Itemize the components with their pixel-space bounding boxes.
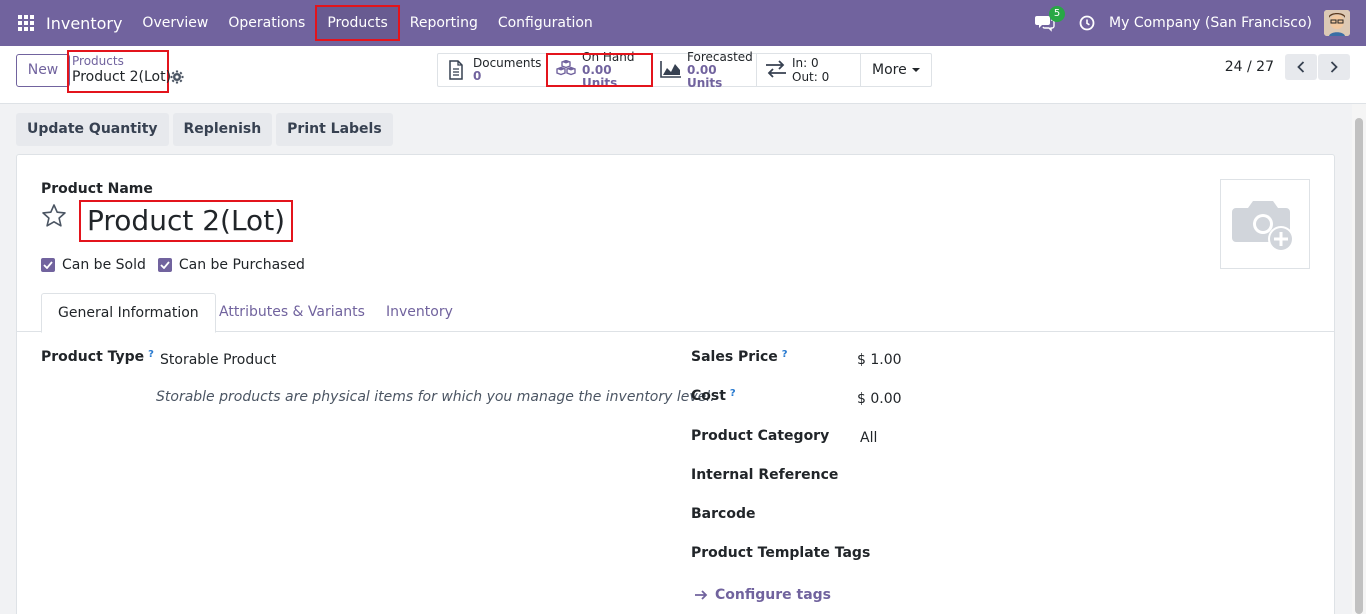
camera-plus-icon (1232, 201, 1294, 252)
can-be-purchased-checkbox[interactable] (157, 258, 172, 272)
sales-price-label: Sales Price? (691, 349, 788, 365)
documents-smart-button[interactable]: Documents 0 (438, 54, 547, 86)
in-count: In: 0 (792, 56, 829, 70)
product-image-upload[interactable] (1220, 179, 1310, 269)
forecasted-value: 0.00 Units (687, 62, 723, 90)
smart-buttons: Documents 0 On Hand 0.00 Units Forecaste… (437, 49, 932, 89)
breadcrumb: Products Product 2(Lot) (67, 50, 172, 93)
breadcrumb-parent-link[interactable]: Products (72, 54, 164, 68)
new-button[interactable]: New (16, 54, 70, 87)
menu-overview[interactable]: Overview (132, 5, 218, 41)
messages-count-badge: 5 (1049, 6, 1066, 22)
replenish-button[interactable]: Replenish (172, 113, 273, 146)
product-template-tags-label: Product Template Tags (691, 545, 871, 561)
documents-value: 0 (473, 69, 482, 83)
form-sheet: Product Name Product 2(Lot) Can be Sold … (16, 154, 1335, 614)
scrollbar-thumb[interactable] (1355, 118, 1363, 614)
product-name-label: Product Name (41, 181, 153, 197)
pager-previous-button[interactable] (1285, 54, 1317, 80)
out-label: Out: (792, 70, 818, 84)
more-label: More (872, 62, 907, 78)
cost-help-icon[interactable]: ? (730, 388, 736, 399)
caret-down-icon (911, 68, 920, 72)
more-dropdown-button[interactable]: More (861, 54, 931, 86)
can-be-purchased-label[interactable]: Can be Purchased (179, 257, 305, 273)
print-labels-button[interactable]: Print Labels (276, 113, 393, 146)
in-label: In: (792, 56, 808, 70)
cost-label-text: Cost (691, 388, 726, 404)
in-value: 0 (811, 56, 819, 70)
messages-icon[interactable]: 5 (1035, 6, 1066, 32)
exchange-icon (765, 60, 786, 80)
pager-value[interactable]: 24 / 27 (1225, 59, 1274, 75)
star-icon[interactable] (41, 203, 67, 229)
tab-attributes-variants[interactable]: Attributes & Variants (203, 293, 381, 332)
area-chart-icon (660, 60, 681, 80)
can-be-sold-label[interactable]: Can be Sold (62, 257, 146, 273)
configure-tags-label: Configure tags (715, 587, 831, 603)
documents-label: Documents (473, 56, 542, 70)
sales-price-label-text: Sales Price (691, 349, 778, 365)
barcode-label: Barcode (691, 506, 756, 522)
product-type-help-icon[interactable]: ? (148, 349, 154, 360)
product-type-label-text: Product Type (41, 349, 145, 365)
check-icon (43, 261, 53, 269)
menu-operations[interactable]: Operations (218, 5, 315, 41)
breadcrumb-current: Product 2(Lot) (72, 69, 172, 85)
activity-clock-icon[interactable] (1079, 15, 1095, 31)
product-type-label: Product Type? (41, 349, 154, 365)
user-avatar[interactable] (1324, 10, 1350, 36)
on-hand-value: 0.00 Units (582, 62, 618, 90)
configure-tags-link[interactable]: Configure tags (694, 587, 831, 603)
product-category-field[interactable]: All (860, 430, 877, 446)
product-type-hint: Storable products are physical items for… (156, 389, 715, 405)
forecasted-smart-button[interactable]: Forecasted 0.00 Units (652, 49, 757, 89)
pager-next-button[interactable] (1318, 54, 1350, 80)
on-hand-label: On Hand (582, 49, 635, 64)
gear-icon[interactable] (170, 70, 184, 84)
product-category-label: Product Category (691, 428, 830, 444)
out-value: 0 (821, 70, 830, 84)
chevron-left-icon (1297, 61, 1305, 73)
apps-menu-icon[interactable] (18, 15, 34, 31)
menu-products[interactable]: Products (315, 5, 400, 41)
chevron-right-icon (1330, 61, 1338, 73)
product-name-field[interactable]: Product 2(Lot) (79, 200, 294, 242)
pager: 24 / 27 (1225, 54, 1350, 80)
menu-reporting[interactable]: Reporting (400, 5, 488, 41)
control-panel: New Products Product 2(Lot) Documents 0 … (0, 46, 1366, 104)
page-scrollbar[interactable] (1352, 104, 1366, 614)
form-tabs: General Information Attributes & Variant… (17, 293, 1334, 333)
sales-price-help-icon[interactable]: ? (782, 349, 788, 360)
cost-label: Cost? (691, 388, 736, 404)
out-count: Out: 0 (792, 70, 829, 84)
company-switcher[interactable]: My Company (San Francisco) (1109, 15, 1312, 31)
internal-reference-label: Internal Reference (691, 467, 839, 483)
action-buttons: Update Quantity Replenish Print Labels (16, 113, 397, 146)
sales-price-field[interactable]: $ 1.00 (857, 352, 902, 368)
cubes-icon (555, 59, 576, 80)
in-out-smart-button[interactable]: In: 0 Out: 0 (757, 54, 861, 86)
update-quantity-button[interactable]: Update Quantity (16, 113, 169, 146)
can-be-sold-checkbox[interactable] (41, 258, 55, 272)
tab-inventory[interactable]: Inventory (370, 293, 469, 332)
arrow-right-icon (695, 590, 708, 600)
top-navbar: Inventory Overview Operations Products R… (0, 0, 1366, 46)
menu-configuration[interactable]: Configuration (488, 5, 603, 41)
cost-field[interactable]: $ 0.00 (857, 391, 902, 407)
tab-general-information[interactable]: General Information (41, 293, 216, 333)
checkbox-row: Can be Sold Can be Purchased (41, 257, 317, 273)
navbar-right: 5 My Company (San Francisco) (1035, 0, 1350, 46)
forecasted-label: Forecasted (687, 49, 753, 64)
on-hand-smart-button[interactable]: On Hand 0.00 Units (546, 49, 653, 89)
check-icon (160, 261, 170, 269)
product-type-select[interactable]: Storable Product (160, 352, 276, 368)
app-name[interactable]: Inventory (46, 14, 122, 33)
document-icon (446, 60, 466, 80)
